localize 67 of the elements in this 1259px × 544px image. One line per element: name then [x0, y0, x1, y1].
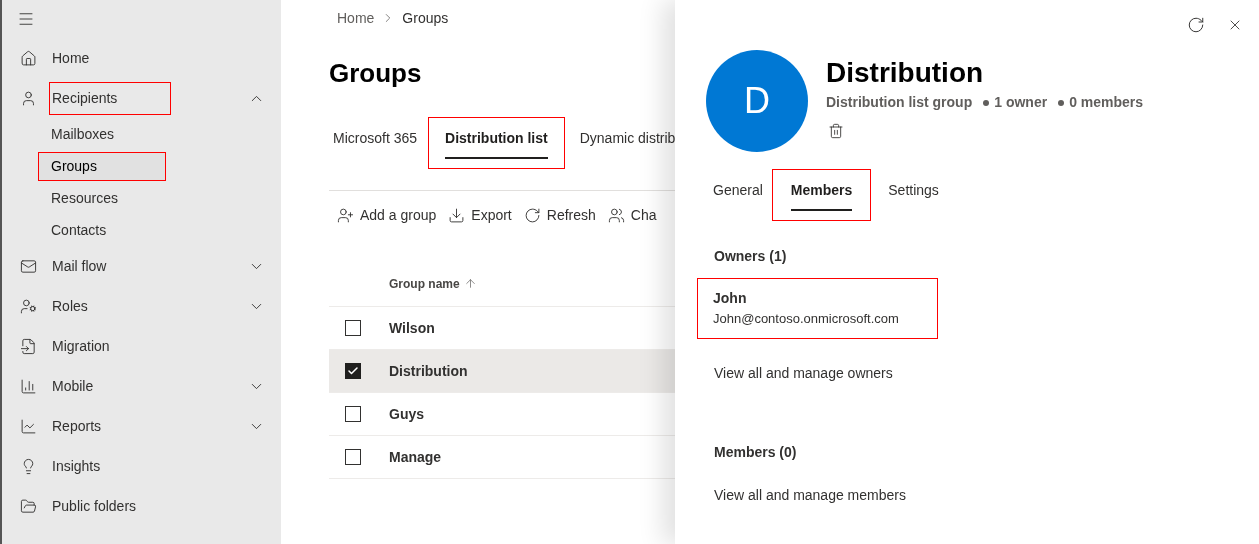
group-name[interactable]: Distribution [389, 360, 468, 382]
refresh-icon[interactable] [1187, 16, 1205, 34]
tab[interactable]: Microsoft 365 [329, 118, 430, 168]
page-title: Groups [329, 57, 423, 90]
tab[interactable]: Settings [870, 170, 957, 220]
nav-item[interactable]: Reports [50, 410, 170, 442]
nav-item[interactable]: Recipients [50, 82, 170, 114]
panel-title: Distribution [826, 56, 985, 90]
tab[interactable]: Members [772, 170, 871, 220]
group-meta: 0 members [1069, 93, 1144, 112]
menu-icon[interactable] [17, 10, 35, 28]
owner-name: John [713, 289, 748, 308]
tab[interactable]: Distribution list [429, 118, 564, 168]
manage-members-link[interactable]: View all and manage members [714, 486, 906, 503]
group-name[interactable]: Guys [389, 403, 424, 425]
mail-icon [20, 257, 37, 275]
nav-subitem[interactable]: Contacts [39, 216, 165, 244]
refresh-icon [523, 206, 541, 224]
people-icon [607, 206, 625, 224]
group-meta: 1 owner [994, 93, 1048, 112]
group-meta: Distribution list group [826, 93, 973, 112]
nav-subitem[interactable]: Groups [39, 152, 165, 180]
download-icon [448, 206, 466, 224]
nav-item[interactable]: Migration [50, 330, 170, 362]
line-chart-icon [20, 417, 37, 435]
bar-chart-icon [20, 377, 37, 395]
bullet-icon [1058, 99, 1065, 106]
tab[interactable]: General [705, 170, 773, 220]
person-gear-icon [20, 297, 37, 315]
section-heading: Owners (1) [714, 247, 788, 266]
nav-item[interactable]: Insights [50, 450, 170, 482]
checkbox[interactable] [345, 406, 361, 422]
bullet-icon [983, 99, 990, 106]
owner-email: John@contoso.onmicrosoft.com [713, 310, 900, 328]
nav-item[interactable]: Mail flow [50, 250, 170, 282]
toolbar-button[interactable]: Refresh [523, 204, 596, 226]
nav-item[interactable]: Roles [50, 290, 170, 322]
nav-subitem[interactable]: Mailboxes [39, 120, 165, 148]
column-header[interactable]: Group name [389, 274, 460, 293]
add-person-icon [337, 206, 354, 224]
group-avatar: D [706, 50, 808, 152]
toolbar-button[interactable]: Cha [607, 204, 657, 226]
checkbox[interactable] [345, 363, 361, 379]
nav-subitem[interactable]: Resources [39, 184, 165, 212]
group-name[interactable]: Manage [389, 446, 442, 468]
home-icon [20, 49, 37, 67]
checkbox[interactable] [345, 320, 361, 336]
owner-card[interactable]: John John@contoso.onmicrosoft.com [698, 279, 937, 338]
toolbar-button[interactable]: Export [448, 204, 512, 226]
manage-owners-link[interactable]: View all and manage owners [714, 364, 893, 381]
section-heading: Members (0) [714, 442, 798, 462]
checkbox[interactable] [345, 449, 361, 465]
tab[interactable]: Dynamic distrib [563, 118, 675, 168]
breadcrumb-link[interactable]: Groups [402, 7, 449, 29]
folder-icon [20, 497, 37, 515]
toolbar-button[interactable]: Add a group [337, 204, 437, 226]
table-row[interactable]: Distribution [329, 350, 675, 393]
person-icon [20, 89, 37, 107]
group-name[interactable]: Wilson [389, 317, 435, 339]
nav-item[interactable]: Public folders [50, 490, 170, 522]
nav-item[interactable]: Home [50, 42, 170, 74]
check-icon [347, 365, 359, 377]
delete-icon[interactable] [828, 123, 844, 139]
file-arrow-icon [20, 337, 37, 355]
sort-up-icon[interactable] [463, 277, 477, 290]
breadcrumb-link[interactable]: Home [337, 7, 375, 29]
nav-item[interactable]: Mobile [50, 370, 170, 402]
